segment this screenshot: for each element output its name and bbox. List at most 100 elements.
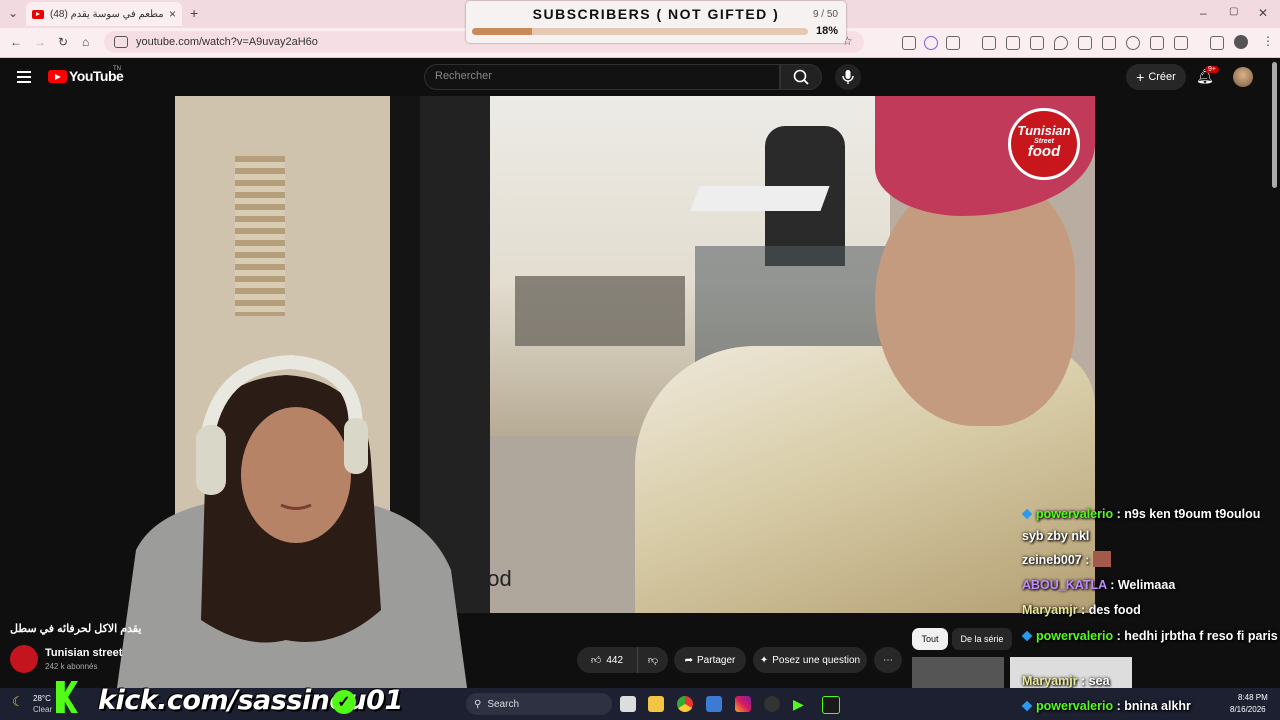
browser-tab[interactable]: (48) مطعم في سوسة يقدم × xyxy=(26,2,182,26)
youtube-favicon-icon xyxy=(32,9,44,19)
home-icon[interactable]: ⌂ xyxy=(82,35,89,49)
create-button[interactable]: + Créer xyxy=(1126,64,1186,90)
trash-icon[interactable] xyxy=(1150,36,1164,50)
create-label: Créer xyxy=(1148,71,1176,83)
search-input[interactable]: Rechercher xyxy=(424,64,780,90)
share-icon: ➦ xyxy=(684,654,694,666)
extension-icon[interactable] xyxy=(982,36,996,50)
video-caption-fragment: ood xyxy=(475,566,512,591)
location-icon[interactable] xyxy=(1054,36,1068,50)
thumbs-up-icon: 👍︎ xyxy=(590,655,602,666)
key-icon[interactable] xyxy=(1006,36,1020,50)
ask-question-label: Posez une question xyxy=(772,654,861,666)
channel-subscriber-count: 242 k abonnés xyxy=(45,662,98,671)
tab-close-icon[interactable]: × xyxy=(169,7,176,21)
chat-message: powervalerio : n9s ken t9oum t9oulou syb… xyxy=(1021,503,1280,547)
extensions-puzzle-icon[interactable] xyxy=(946,36,960,50)
extension-icon[interactable] xyxy=(1078,36,1092,50)
video-seated-diners xyxy=(515,276,685,346)
channel-name[interactable]: Tunisian street xyxy=(45,647,122,659)
verified-check-icon: ✓ xyxy=(332,690,356,714)
forward-icon[interactable]: → xyxy=(34,35,46,49)
search-icon: ⚲ xyxy=(474,698,482,710)
chat-username: zeineb007 xyxy=(1022,553,1082,567)
chat-text: : sea xyxy=(1081,674,1110,688)
chip-series[interactable]: De la série xyxy=(952,628,1012,650)
card-icon[interactable] xyxy=(1030,36,1044,50)
obs-icon[interactable] xyxy=(764,696,780,712)
search-button[interactable] xyxy=(780,64,822,90)
subscriber-goal-fill xyxy=(472,28,533,35)
back-icon[interactable]: ← xyxy=(10,35,22,49)
voice-search-button[interactable] xyxy=(835,64,861,90)
new-tab-button[interactable]: + xyxy=(190,5,198,21)
extension-icon[interactable] xyxy=(902,36,916,50)
chat-message: powervalerio : hedhi jrbtha f reso fi pa… xyxy=(1021,625,1280,647)
extension-icon[interactable] xyxy=(924,36,938,50)
weather-temperature: 28°C xyxy=(33,694,51,703)
chat-message: powervalerio : bnina alkhr xyxy=(1021,695,1280,717)
chat-text: : xyxy=(1085,553,1090,567)
weather-moon-icon: ☾ xyxy=(12,694,24,709)
chat-text: : des food xyxy=(1081,603,1141,617)
video-window-blinds xyxy=(235,156,285,316)
logo-line3: food xyxy=(1027,143,1061,160)
play-icon[interactable]: ▶ xyxy=(793,696,809,712)
dislike-button[interactable]: 👎︎ xyxy=(637,647,668,673)
chat-text: : hedhi jrbtha f reso fi paris xyxy=(1116,629,1278,643)
browser-menu-icon[interactable]: ⋮ xyxy=(1262,34,1274,48)
logo-line1: Tunisian xyxy=(1017,123,1071,138)
like-button[interactable]: 👍︎ 442 xyxy=(577,647,637,673)
task-view-icon[interactable] xyxy=(620,696,636,712)
search-icon xyxy=(793,69,809,85)
ask-question-button[interactable]: ✦ Posez une question xyxy=(753,647,867,673)
profile-avatar[interactable] xyxy=(1234,35,1248,49)
close-window-button[interactable]: ✕ xyxy=(1258,6,1268,20)
terminal-icon[interactable] xyxy=(822,696,840,714)
page-scrollbar[interactable] xyxy=(1272,62,1277,188)
channel-avatar[interactable] xyxy=(10,645,38,673)
sidebar-icon[interactable] xyxy=(1210,36,1224,50)
history-icon[interactable] xyxy=(1126,36,1140,50)
share-button[interactable]: ➦ Partager xyxy=(674,647,746,673)
thumbs-down-icon: 👎︎ xyxy=(647,655,659,666)
subscriber-badge-icon xyxy=(1021,700,1033,712)
youtube-country-code: TN xyxy=(113,66,121,72)
taskbar-search[interactable]: ⚲ Search xyxy=(466,693,612,715)
minimize-button[interactable]: – xyxy=(1200,6,1207,20)
tab-groups-icon[interactable] xyxy=(1174,36,1188,50)
chip-all[interactable]: Tout xyxy=(912,628,948,650)
chat-username: powervalerio xyxy=(1036,507,1114,521)
subscriber-goal-widget: SUBSCRIBERS ( NOT GIFTED ) 9 / 50 18% xyxy=(466,1,846,43)
tab-list-chevron-icon[interactable]: ⌄ xyxy=(8,6,18,20)
more-actions-button[interactable]: ⋯ xyxy=(874,647,902,673)
subscriber-badge-icon xyxy=(1021,630,1033,642)
reading-list-icon[interactable] xyxy=(1102,36,1116,50)
file-explorer-icon[interactable] xyxy=(648,696,664,712)
site-info-icon[interactable] xyxy=(114,36,128,48)
video-tray xyxy=(690,186,830,211)
notification-count-badge: 9+ xyxy=(1205,66,1219,73)
menu-icon[interactable] xyxy=(17,71,31,83)
subscriber-goal-count: 9 / 50 xyxy=(812,9,838,20)
recommended-thumbnail[interactable] xyxy=(912,657,1004,688)
share-label: Partager xyxy=(697,654,736,666)
tunisian-street-food-logo: Tunisian Street food xyxy=(1008,108,1080,180)
chat-message: Maryamjr : des food xyxy=(1022,599,1280,621)
youtube-logo-icon[interactable] xyxy=(48,70,67,83)
account-avatar[interactable] xyxy=(1233,67,1253,87)
store-icon[interactable] xyxy=(706,696,722,712)
reload-icon[interactable]: ↻ xyxy=(58,35,68,49)
like-count: 442 xyxy=(606,654,624,666)
chat-message: ABOU_KATLA : Welimaaa xyxy=(1022,574,1280,596)
video-title: يقدم الاكل لحرفائه في سطل xyxy=(10,623,142,635)
instagram-icon[interactable] xyxy=(735,696,751,712)
chat-username: ABOU_KATLA xyxy=(1022,578,1107,592)
taskbar-search-label: Search xyxy=(487,698,520,710)
maximize-button[interactable]: ▢ xyxy=(1229,6,1238,17)
subscriber-goal-title: SUBSCRIBERS ( NOT GIFTED ) xyxy=(532,6,780,22)
emote-icon xyxy=(1092,551,1111,567)
chrome-icon[interactable] xyxy=(677,696,693,712)
sparkle-icon: ✦ xyxy=(759,654,769,666)
url-text: youtube.com/watch?v=A9uvay2aH6o xyxy=(136,36,318,48)
